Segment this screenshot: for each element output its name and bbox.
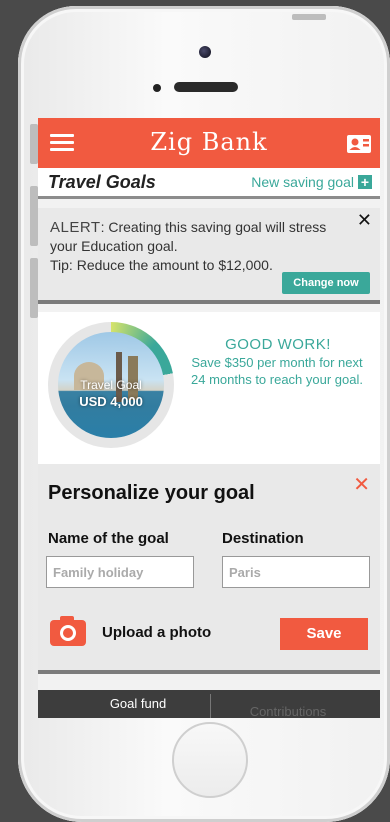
tab-contributions[interactable]: Contributions	[218, 704, 358, 718]
power-button	[292, 14, 326, 20]
close-icon[interactable]: ✕	[357, 210, 372, 231]
tab-divider	[210, 694, 211, 718]
app-title: Zig Bank	[150, 128, 268, 156]
destination-input[interactable]: Paris	[222, 556, 370, 588]
plus-icon[interactable]: +	[358, 175, 372, 189]
new-saving-goal-link[interactable]: New saving goal	[251, 174, 354, 190]
good-work-heading: GOOD WORK!	[225, 336, 331, 353]
upload-photo-label[interactable]: Upload a photo	[102, 624, 211, 641]
app-bar: Zig Bank	[38, 118, 380, 168]
proximity-sensor	[153, 84, 161, 92]
goal-name-input[interactable]: Family holiday	[46, 556, 194, 588]
goal-name-label: Name of the goal	[48, 530, 169, 547]
good-work-message: Save $350 per month for next 24 months t…	[191, 355, 363, 387]
page-title: Travel Goals	[48, 172, 156, 192]
mute-switch	[30, 124, 38, 164]
alert-banner: ALERT: Creating this saving goal will st…	[38, 208, 380, 304]
goal-progress-ring: Travel Goal USD 4,000	[48, 322, 174, 448]
alert-keyword: ALERT	[50, 219, 101, 236]
front-camera	[199, 46, 211, 58]
bottom-tabs: Goal fund Contributions	[38, 690, 380, 718]
goal-amount: USD 4,000	[79, 394, 143, 409]
save-button[interactable]: Save	[280, 618, 368, 650]
personalize-goal-panel: ✕ Personalize your goal Name of the goal…	[38, 464, 380, 674]
personalize-title: Personalize your goal	[48, 482, 255, 504]
tab-goal-fund[interactable]: Goal fund	[78, 696, 198, 711]
goal-photo-label: Travel Goal	[80, 378, 142, 392]
alert-text: ALERT: Creating this saving goal will st…	[50, 218, 350, 275]
camera-icon[interactable]	[50, 616, 86, 651]
alert-tip: Tip: Reduce the amount to $12,000.	[50, 257, 273, 273]
volume-down-button	[30, 258, 38, 318]
contact-card-icon[interactable]	[346, 134, 372, 159]
app-screen: Zig Bank Travel Goals New saving goal + …	[38, 118, 380, 718]
change-now-button[interactable]: Change now	[282, 272, 370, 294]
subheader: Travel Goals New saving goal +	[38, 168, 380, 199]
home-button[interactable]	[172, 722, 248, 798]
earpiece-speaker	[174, 82, 238, 92]
volume-up-button	[30, 186, 38, 246]
destination-label: Destination	[222, 530, 304, 547]
travel-goal-photo: Travel Goal USD 4,000	[58, 332, 164, 438]
close-icon[interactable]: ✕	[353, 472, 370, 497]
goal-summary-card: Travel Goal USD 4,000 GOOD WORK! Save $3…	[38, 312, 380, 464]
